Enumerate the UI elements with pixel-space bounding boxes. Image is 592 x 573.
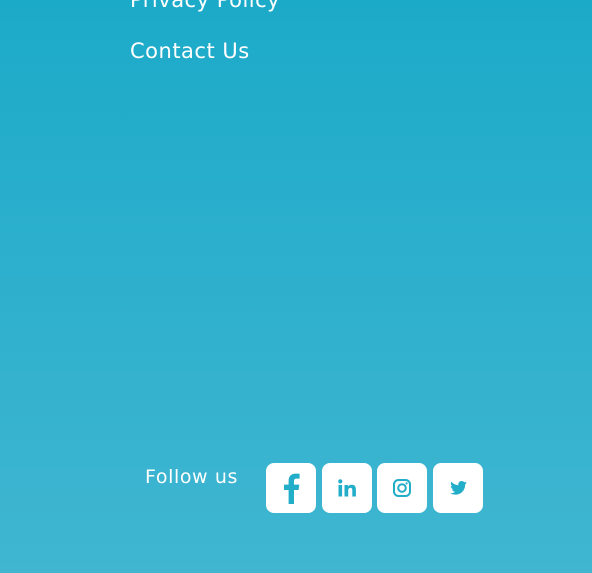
footer: Privacy Policy Contact Us Follow us (0, 0, 592, 573)
facebook-icon (281, 472, 301, 504)
privacy-policy-link[interactable]: Privacy Policy (130, 0, 280, 12)
contact-us-link[interactable]: Contact Us (130, 39, 250, 63)
twitter-button[interactable] (433, 463, 483, 513)
instagram-icon (393, 479, 411, 497)
twitter-icon (449, 481, 467, 495)
linkedin-icon (338, 479, 356, 497)
linkedin-button[interactable] (322, 463, 372, 513)
follow-us-label: Follow us (145, 466, 238, 488)
facebook-button[interactable] (266, 463, 316, 513)
instagram-button[interactable] (377, 463, 427, 513)
